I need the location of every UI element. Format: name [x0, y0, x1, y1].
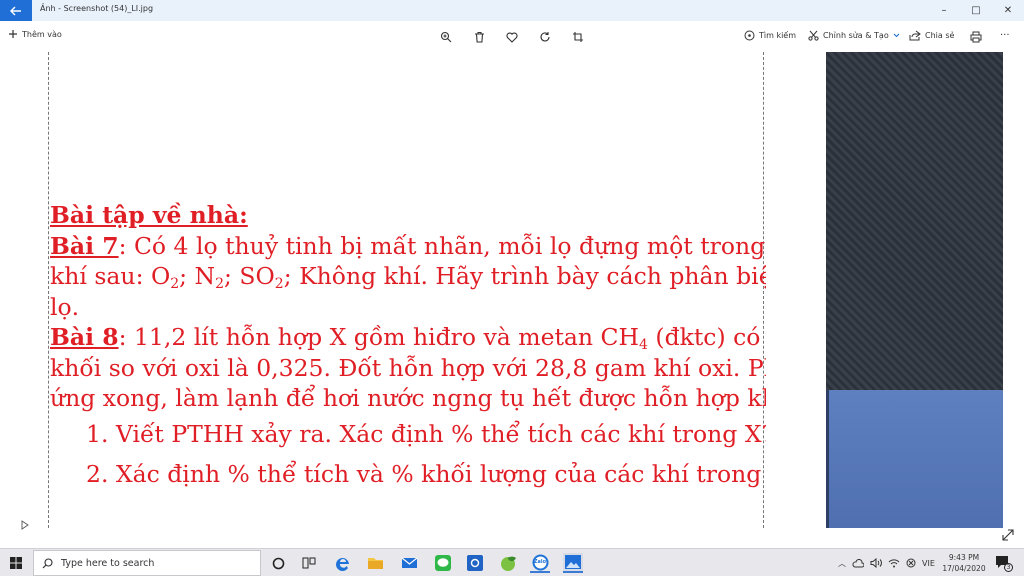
zoom-in-icon — [440, 31, 452, 43]
close-button[interactable]: ✕ — [992, 0, 1024, 21]
search-tool-label: Tìm kiếm — [759, 31, 797, 40]
task-view-icon — [302, 557, 316, 569]
expand-icon[interactable] — [1000, 527, 1016, 543]
edge-icon — [336, 558, 349, 571]
printer-icon — [970, 31, 982, 43]
add-label: Thêm vào — [22, 29, 62, 39]
crop-icon — [573, 32, 583, 42]
rotate-button[interactable] — [538, 30, 552, 44]
minimize-icon: – — [941, 5, 947, 16]
coccoc-browser-button[interactable] — [498, 553, 518, 573]
zalo-label: Zalo — [533, 559, 547, 565]
photos-icon — [565, 555, 581, 569]
slide-heading: Bài tập về nhà: — [50, 201, 248, 229]
mail-button[interactable] — [399, 553, 419, 573]
search-icon — [42, 557, 53, 568]
clock-time: 9:43 PM — [948, 553, 980, 562]
share-icon — [909, 30, 921, 41]
exercise-8-line-1b: (đktc) có tỉ — [655, 323, 766, 351]
title-bar: Ảnh - Screenshot (54)_LI.jpg – □ ✕ — [0, 0, 1024, 21]
exercise-7-label: Bài 7 — [50, 231, 119, 260]
exercise-8-sub: 4 — [639, 337, 648, 353]
print-button[interactable] — [969, 30, 983, 44]
cortana-button[interactable] — [268, 553, 288, 573]
arrow-left-icon — [10, 6, 21, 15]
folder-icon — [367, 558, 383, 569]
trash-icon — [474, 31, 484, 43]
line-app-button[interactable] — [433, 553, 453, 573]
favorite-button[interactable] — [505, 30, 519, 44]
file-explorer-button[interactable] — [365, 553, 385, 573]
exercise-8-line-3: ứng xong, làm lạnh để hơi nước ngng tụ h… — [50, 384, 766, 412]
ime-icon[interactable] — [906, 558, 916, 568]
cortana-circle-icon — [272, 557, 284, 569]
window-title: Ảnh - Screenshot (54)_LI.jpg — [40, 4, 154, 13]
zalo-button[interactable]: Zalo — [530, 553, 550, 573]
system-tray: ︿ VIE — [838, 549, 935, 577]
cloud-icon[interactable] — [852, 558, 864, 568]
clock-date: 17/04/2020 — [942, 564, 986, 573]
more-icon: ··· — [1000, 30, 1010, 41]
chevron-down-icon — [893, 33, 900, 38]
store-app-button[interactable] — [465, 553, 485, 573]
minimize-button[interactable]: – — [928, 0, 960, 21]
action-center-button[interactable]: 3 — [995, 554, 1013, 572]
wifi-icon[interactable] — [888, 558, 900, 568]
close-icon: ✕ — [1003, 5, 1013, 16]
search-tool-button[interactable]: Tìm kiếm — [744, 30, 796, 41]
exercise-7-line-3: lọ. — [50, 292, 80, 321]
start-button[interactable] — [0, 549, 32, 577]
share-button[interactable]: Chia sẻ — [909, 30, 954, 41]
image-viewer[interactable]: Bài tập về nhà: Bài 7: Có 4 lọ thuỷ tinh… — [0, 52, 1024, 548]
show-hidden-icons-chevron-up-icon[interactable]: ︿ — [838, 558, 846, 569]
clock[interactable]: 9:43 PM 17/04/2020 — [938, 552, 990, 574]
taskbar-search-input[interactable] — [61, 557, 241, 569]
delete-button[interactable] — [472, 30, 486, 44]
zoom-button[interactable] — [439, 30, 453, 44]
task-view-button[interactable] — [299, 553, 319, 573]
photos-app-button[interactable] — [563, 553, 583, 573]
more-button[interactable]: ··· — [1000, 30, 1010, 41]
background-panel-edge — [826, 390, 829, 528]
exercise-8-line-1a: : 11,2 lít hỗn hợp X gồm hiđro và metan … — [118, 323, 640, 351]
add-button[interactable]: Thêm vào — [8, 29, 62, 39]
maximize-button[interactable]: □ — [960, 0, 992, 21]
edit-create-button[interactable]: Chỉnh sửa & Tạo — [808, 30, 900, 41]
exercise-8-line-2: khối so với oxi là 0,325. Đốt hỗn hợp vớ… — [50, 353, 766, 382]
back-button[interactable] — [0, 0, 32, 21]
plus-icon — [9, 30, 17, 38]
leaf-browser-icon — [500, 556, 516, 571]
slideshow-play-icon[interactable] — [20, 520, 30, 530]
edge-browser-button[interactable] — [333, 553, 353, 573]
toolbar: Thêm vào Tìm kiếm Chỉnh sửa & Tạo Chia s… — [0, 21, 1024, 52]
heart-icon — [506, 32, 518, 43]
slide-border-left — [48, 52, 49, 528]
app-square-icon — [467, 555, 483, 571]
taskbar: Zalo ︿ VIE 9:43 PM 17/04/2020 3 — [0, 548, 1024, 576]
notification-count: 3 — [1004, 563, 1013, 572]
search-icon — [744, 30, 755, 41]
share-label: Chia sẻ — [925, 31, 955, 40]
crop-button[interactable] — [571, 30, 585, 44]
speaker-icon[interactable] — [870, 558, 882, 568]
rotate-icon — [540, 32, 550, 42]
language-indicator[interactable]: VIE — [922, 559, 935, 568]
mail-icon — [401, 557, 417, 568]
edit-create-label: Chỉnh sửa & Tạo — [823, 31, 889, 40]
slide-text: Bài tập về nhà: Bài 7: Có 4 lọ thuỷ tinh… — [50, 200, 766, 494]
maximize-icon: □ — [971, 5, 981, 16]
exercise-7-line-2: khí sau: O2; N2; SO2; Không khí. Hãy trì… — [50, 262, 766, 292]
background-pattern-panel — [826, 52, 1003, 390]
question-1: 1. Viết PTHH xảy ra. Xác định % thể tích… — [86, 419, 766, 448]
line-chat-icon — [435, 555, 451, 571]
taskbar-search-box[interactable] — [33, 550, 261, 576]
exercise-8-label: Bài 8 — [50, 323, 119, 351]
windows-logo-icon — [10, 557, 22, 569]
scissors-icon — [808, 30, 819, 41]
question-2: 2. Xác định % thể tích và % khối lượng c… — [86, 459, 766, 488]
exercise-7-line-1: : Có 4 lọ thuỷ tinh bị mất nhãn, mỗi lọ … — [118, 231, 766, 260]
background-blue-panel — [826, 390, 1003, 528]
